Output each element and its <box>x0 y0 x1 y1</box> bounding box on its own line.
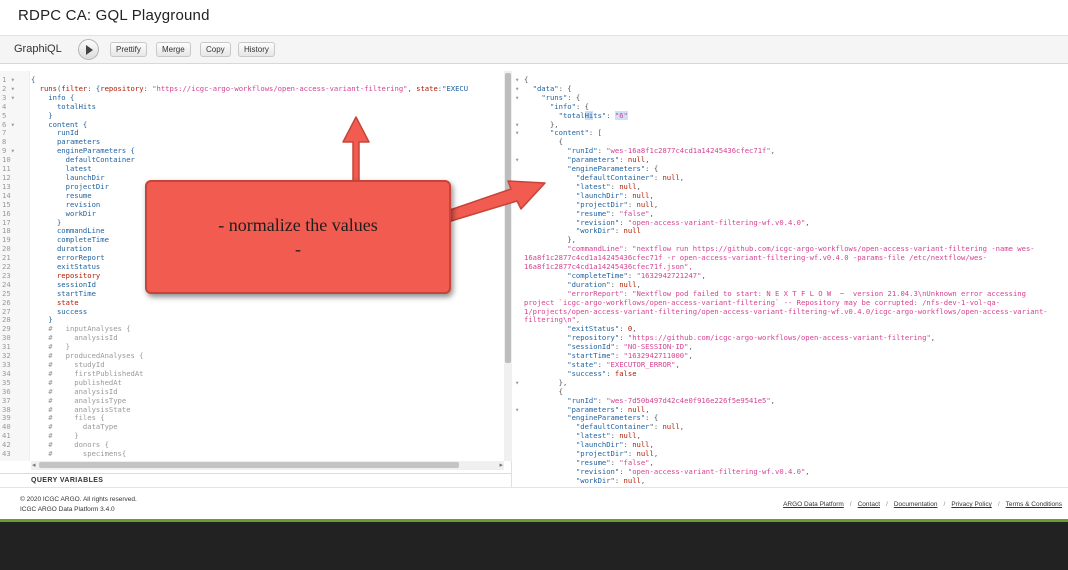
result-code: { "data": { "runs": { "info": { "totalHi… <box>524 75 1048 486</box>
query-line: # analysisId <box>31 333 118 343</box>
footer-link-privacy-policy[interactable]: Privacy Policy <box>951 501 991 508</box>
footer: © 2020 ICGC ARGO. All rights reserved. I… <box>0 487 1068 519</box>
query-line: info { <box>31 92 75 102</box>
copy-button[interactable]: Copy <box>200 42 231 57</box>
result-line: { <box>524 75 529 84</box>
result-viewer[interactable]: ▾ ▾ ▾ ▾ ▾ ▾ ▾ ▾ { "data": { "runs": { "i… <box>513 71 1068 487</box>
result-line: "runs": { <box>541 92 581 102</box>
graphiql-brand: GraphiQL <box>14 43 62 55</box>
query-line: content { <box>31 119 88 129</box>
annotation-callout: - normalize the values - <box>145 180 451 294</box>
query-line-numbers: 1 ▾ 2 ▾ 3 ▾ 4 5 6 ▾ 7 8 9 ▾ 10 11 12 13 … <box>0 71 30 461</box>
play-icon <box>86 45 93 55</box>
title-bar: RDPC CA: GQL Playground <box>0 0 1068 36</box>
result-line: "workDir": null <box>575 226 641 236</box>
query-line: runs(filter: {repository: "https://icgc-… <box>39 83 469 93</box>
page-title: RDPC CA: GQL Playground <box>18 7 210 24</box>
result-line: "content": [ <box>549 128 602 138</box>
result-line: "data": { <box>532 83 572 93</box>
query-vertical-scrollbar[interactable] <box>504 71 512 461</box>
footer-link-contact[interactable]: Contact <box>858 501 880 508</box>
scroll-left-icon[interactable]: ◂ <box>32 461 36 469</box>
taskbar-background <box>0 522 1068 570</box>
line-numbers: 1 ▾ 2 ▾ 3 ▾ 4 5 6 ▾ 7 8 9 ▾ 10 11 12 13 … <box>2 75 15 459</box>
fold-markers: ▾ ▾ ▾ ▾ ▾ ▾ ▾ ▾ <box>515 75 520 414</box>
graphiql-toolbar: GraphiQL Prettify Merge Copy History <box>0 36 1068 64</box>
scroll-right-icon[interactable]: ▸ <box>499 461 503 469</box>
footer-link-terms-conditions[interactable]: Terms & Conditions <box>1006 501 1062 508</box>
query-variables-label: QUERY VARIABLES <box>31 477 104 484</box>
query-line: state <box>56 297 79 307</box>
footer-links: ARGO Data Platform / Contact / Documentation… <box>783 501 1062 508</box>
footer-link-documentation[interactable]: Documentation <box>894 501 938 508</box>
query-line: success <box>31 306 88 316</box>
query-horizontal-scrollbar[interactable]: ◂ ▸ <box>31 461 504 470</box>
version-text: ICGC ARGO Data Platform 3.4.0 <box>20 506 115 513</box>
callout-text-line-2: - <box>295 239 301 259</box>
query-line: # dataType <box>31 422 118 432</box>
result-line: "success": false <box>567 368 637 378</box>
result-line: }, <box>524 377 568 387</box>
query-line: } <box>31 110 53 120</box>
merge-button[interactable]: Merge <box>156 42 191 57</box>
prettify-button[interactable]: Prettify <box>110 42 147 57</box>
execute-query-button[interactable] <box>78 39 99 60</box>
callout-text-line-1: - normalize the values <box>218 215 378 235</box>
copyright-text: © 2020 ICGC ARGO. All rights reserved. <box>20 496 137 503</box>
result-line: }, <box>524 119 559 129</box>
footer-link-argo-data-platform[interactable]: ARGO Data Platform <box>783 501 844 508</box>
result-line: "totalHits": "6" <box>558 110 628 120</box>
result-line: 1/projects/open-access-variant-filtering… <box>524 306 1048 316</box>
query-line: defaultContainer <box>31 155 135 165</box>
result-line: "workDir": null, <box>575 475 646 485</box>
query-line: # specimens{ <box>31 449 127 459</box>
query-line: totalHits <box>31 101 96 111</box>
history-button[interactable]: History <box>238 42 275 57</box>
result-fold-gutter: ▾ ▾ ▾ ▾ ▾ ▾ ▾ ▾ <box>513 71 523 487</box>
query-variables-tab[interactable]: QUERY VARIABLES <box>0 473 511 487</box>
